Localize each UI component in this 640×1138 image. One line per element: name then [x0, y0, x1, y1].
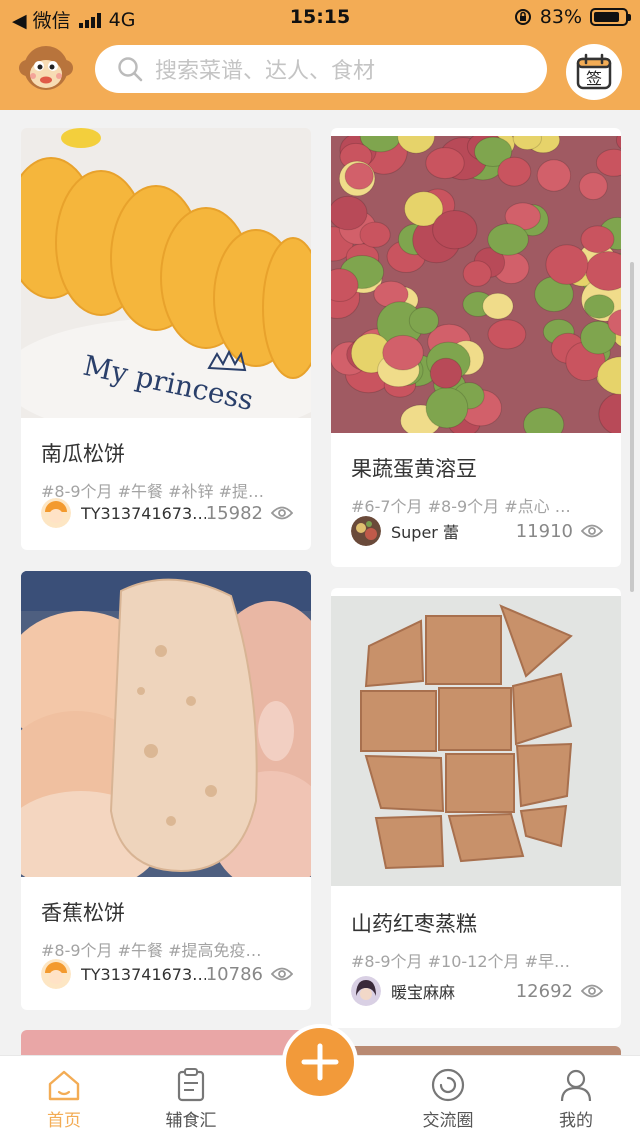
nav-home-label: 首页 — [47, 1111, 81, 1131]
recipe-card[interactable]: My princess 南瓜松饼 #8-9个月 #午餐 #补锌 #提… TY31… — [21, 128, 311, 550]
author-avatar[interactable] — [351, 516, 381, 546]
recipe-tags: #6-7个月 #8-9个月 #点心 … — [351, 497, 571, 516]
eye-icon — [581, 984, 603, 998]
author-name[interactable]: TY313741673… — [81, 965, 206, 984]
author-avatar[interactable] — [351, 976, 381, 1006]
melt-drop — [425, 147, 465, 180]
melt-drop — [578, 172, 608, 201]
view-count: 12692 — [515, 980, 573, 1002]
nav-home[interactable]: 首页 — [19, 1064, 109, 1131]
melt-drop — [545, 244, 589, 285]
signin-button[interactable]: 签 — [566, 44, 622, 100]
author-name[interactable]: Super 蕾 — [391, 519, 516, 543]
melt-drop — [331, 195, 368, 231]
recipe-card[interactable]: 香蕉松饼 #8-9个月 #午餐 #提高免疫… TY313741673… 1078… — [21, 571, 311, 1010]
plus-icon — [301, 1043, 339, 1081]
recipe-title: 果蔬蛋黄溶豆 — [351, 457, 477, 481]
melt-drop — [487, 223, 529, 256]
calendar-signin-icon: 签 — [576, 53, 612, 90]
search-placeholder: 搜索菜谱、达人、食材 — [155, 59, 376, 84]
author-name[interactable]: TY313741673… — [81, 504, 206, 523]
monkey-avatar[interactable] — [18, 42, 74, 94]
eye-icon — [271, 506, 293, 520]
melt-drop — [382, 334, 424, 371]
top-header: ◀ 微信 4G 15:15 83% 搜索菜谱、达人、食材 签 — [0, 0, 640, 110]
signin-label: 签 — [586, 69, 602, 88]
nav-mine-label: 我的 — [559, 1111, 593, 1131]
recipe-tags: #8-9个月 #10-12个月 #早… — [351, 952, 571, 971]
rotation-lock-icon — [514, 9, 531, 25]
view-count: 15982 — [205, 502, 263, 524]
melt-drop — [462, 260, 492, 287]
nav-recipes[interactable]: 辅食汇 — [146, 1064, 236, 1131]
recipe-image: My princess — [21, 128, 311, 418]
home-icon — [48, 1070, 80, 1101]
recipe-author-row: TY313741673… 10786 — [41, 959, 293, 989]
recipe-book-icon — [177, 1068, 205, 1102]
melt-drop — [482, 292, 514, 320]
melt-drop — [425, 387, 469, 429]
author-avatar[interactable] — [41, 498, 71, 528]
view-count: 10786 — [205, 963, 263, 985]
recipe-image — [21, 571, 311, 877]
recipe-title: 香蕉松饼 — [41, 901, 125, 925]
recipe-tags: #8-9个月 #午餐 #提高免疫… — [41, 941, 262, 960]
create-post-button[interactable] — [282, 1024, 358, 1100]
recipe-title: 南瓜松饼 — [41, 442, 125, 466]
recipe-image — [331, 596, 621, 886]
recipe-author-row: Super 蕾 11910 — [351, 516, 603, 546]
battery-icon — [590, 8, 631, 26]
view-count: 11910 — [515, 520, 573, 542]
author-avatar[interactable] — [41, 959, 71, 989]
melt-drop — [497, 156, 532, 187]
melt-drop — [432, 210, 478, 250]
eye-icon — [271, 967, 293, 981]
community-icon — [431, 1068, 465, 1102]
recipe-card[interactable]: 山药红枣蒸糕 #8-9个月 #10-12个月 #早… 暖宝麻麻 12692 — [331, 588, 621, 1028]
melt-drop — [536, 159, 572, 192]
nav-mine[interactable]: 我的 — [531, 1064, 621, 1131]
melt-drop — [487, 319, 527, 350]
profile-icon — [560, 1069, 592, 1102]
scrollbar[interactable] — [630, 262, 634, 592]
recipe-card[interactable]: 果蔬蛋黄溶豆 #6-7个月 #8-9个月 #点心 … Super 蕾 11910 — [331, 128, 621, 567]
recipe-image — [331, 136, 621, 433]
melt-drop — [408, 306, 440, 335]
recipe-author-row: 暖宝麻麻 12692 — [351, 976, 603, 1006]
nav-recipes-label: 辅食汇 — [165, 1111, 217, 1131]
nav-community-label: 交流圈 — [422, 1111, 474, 1131]
melt-drop — [344, 162, 374, 190]
status-bar: ◀ 微信 4G 15:15 83% — [0, 0, 640, 36]
recipe-title: 山药红枣蒸糕 — [351, 912, 477, 936]
recipe-author-row: TY313741673… 15982 — [41, 498, 293, 528]
search-input[interactable]: 搜索菜谱、达人、食材 — [95, 45, 547, 93]
battery-percent: 83% — [539, 6, 582, 28]
eye-icon — [581, 524, 603, 538]
melt-drop — [359, 221, 391, 248]
author-name[interactable]: 暖宝麻麻 — [391, 979, 516, 1003]
nav-community[interactable]: 交流圈 — [403, 1064, 493, 1131]
melt-drop — [580, 225, 615, 254]
melt-drop — [429, 357, 463, 389]
melt-drop — [583, 294, 615, 319]
search-icon — [118, 57, 143, 82]
